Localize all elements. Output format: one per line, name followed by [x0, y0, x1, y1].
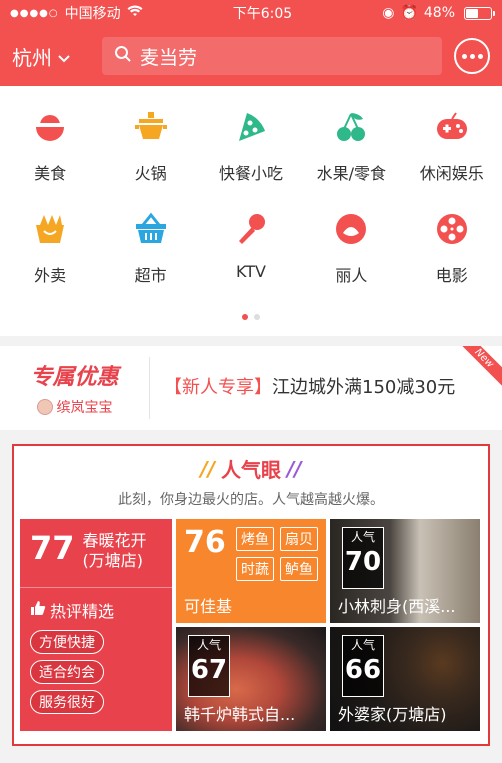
featured-shop-card[interactable]: 77 春暖花开(万塘店) 热评精选 方便快捷 适合约会 服务很好: [20, 519, 172, 731]
promo-desc: 江边城外满150减30元: [272, 377, 456, 398]
category-label: 火锅: [134, 164, 167, 183]
microphone-icon: [232, 210, 270, 248]
review-tag[interactable]: 适合约会: [30, 660, 104, 684]
page-indicator: [0, 314, 502, 320]
food-bowl-icon: [31, 108, 69, 146]
carrier: 中国移动: [64, 6, 121, 22]
shop-card[interactable]: 人气 66 外婆家(万塘店): [330, 627, 480, 731]
promo-tag: 【新人专享】: [164, 377, 272, 398]
promo-banner[interactable]: 专属优惠 缤岚宝宝 【新人专享】江边城外满150减30元 New: [0, 346, 502, 430]
shop-card[interactable]: 76 烤鱼 扇贝 时蔬 鲈鱼 可佳基: [176, 519, 326, 623]
promo-title: 专属优惠: [30, 365, 119, 390]
category-grid: 美食 火锅 快餐小吃 水果/零食 休闲娱乐 外卖 超市 KTV 丽人 电影: [0, 86, 502, 336]
takeout-box-icon: [31, 210, 69, 248]
popularity-badge: 人气 67: [188, 635, 230, 697]
category-movie[interactable]: 电影: [402, 210, 502, 286]
promo-brand: 专属优惠 缤岚宝宝: [0, 357, 150, 419]
promo-user-name: 缤岚宝宝: [56, 400, 113, 416]
category-ktv[interactable]: KTV: [201, 210, 301, 286]
review-tag[interactable]: 方便快捷: [30, 630, 104, 654]
decor-slash-icon: //: [200, 456, 215, 481]
category-entertainment[interactable]: 休闲娱乐: [402, 108, 502, 184]
promo-user: 缤岚宝宝: [36, 397, 113, 417]
category-label: 电影: [435, 266, 468, 285]
dish-tag: 鲈鱼: [280, 557, 318, 581]
shop-name: 可佳基: [184, 597, 233, 616]
category-food[interactable]: 美食: [0, 108, 100, 184]
battery-percent: 48%: [423, 5, 455, 21]
alarm-icon: ⏰: [400, 5, 418, 21]
search-input[interactable]: 麦当劳: [102, 37, 442, 75]
rotation-lock-icon: ◉: [382, 5, 395, 21]
city-selector[interactable]: 杭州: [12, 42, 90, 71]
thumbs-up-icon: [30, 600, 46, 620]
category-label: 丽人: [335, 266, 368, 285]
cherry-icon: [332, 108, 370, 146]
popularity-badge: 人气 66: [342, 635, 384, 697]
top-header: 杭州 麦当劳: [0, 26, 502, 86]
decor-slash-icon: //: [287, 456, 302, 481]
chevron-down-icon: [58, 44, 70, 68]
basket-icon: [132, 210, 170, 248]
category-label: 超市: [134, 266, 167, 285]
dish-tag: 扇贝: [280, 527, 318, 551]
popularity-score: 76: [184, 525, 226, 560]
clock: 下午6:05: [232, 6, 293, 22]
avatar: [36, 399, 53, 415]
category-label: 水果/零食: [316, 164, 387, 183]
popularity-badge: 人气 70: [342, 527, 384, 589]
pizza-slice-icon: [232, 108, 270, 146]
shop-card[interactable]: 人气 70 小林刺身(西溪...: [330, 519, 480, 623]
category-hotpot[interactable]: 火锅: [101, 108, 201, 184]
hot-title: 人气眼: [221, 458, 281, 482]
status-bar: ●●●●○ 中国移动 下午6:05 ◉ ⏰ 48%: [0, 0, 502, 26]
category-fastfood[interactable]: 快餐小吃: [201, 108, 301, 184]
dish-tag: 烤鱼: [236, 527, 274, 551]
more-menu-button[interactable]: [454, 38, 490, 74]
dish-tags: 烤鱼 扇贝 时蔬 鲈鱼: [236, 527, 318, 581]
shop-name: 韩千炉韩式自...: [184, 705, 296, 724]
category-supermarket[interactable]: 超市: [101, 210, 201, 286]
category-takeout[interactable]: 外卖: [0, 210, 100, 286]
shop-name: 春暖花开(万塘店): [82, 531, 147, 570]
search-icon: [114, 45, 132, 68]
hot-review-label: 热评精选: [30, 598, 162, 622]
gamepad-icon: [433, 108, 471, 146]
promo-text: 【新人专享】江边城外满150减30元: [150, 374, 502, 402]
shop-name: 外婆家(万塘店): [338, 705, 447, 724]
shop-name: 小林刺身(西溪...: [338, 597, 456, 616]
city-name: 杭州: [12, 45, 52, 70]
dish-tag: 时蔬: [236, 557, 274, 581]
wifi-icon: [127, 5, 143, 21]
review-tag[interactable]: 服务很好: [30, 690, 104, 714]
signal-icon: ●●●●○: [10, 7, 59, 19]
section-title: // 人气眼 //: [20, 454, 482, 483]
beauty-icon: [332, 210, 370, 248]
category-label: 休闲娱乐: [419, 164, 484, 183]
category-beauty[interactable]: 丽人: [301, 210, 401, 286]
battery-icon: [464, 6, 495, 20]
category-label: 快餐小吃: [218, 164, 283, 183]
hotpot-icon: [132, 108, 170, 146]
shop-card[interactable]: 人气 67 韩千炉韩式自...: [176, 627, 326, 731]
film-reel-icon: [433, 210, 471, 248]
category-label: 外卖: [34, 266, 67, 285]
hot-review-text: 热评精选: [50, 602, 115, 621]
popularity-score: 77: [30, 529, 75, 567]
category-label: 美食: [34, 164, 67, 183]
search-placeholder: 麦当劳: [140, 46, 198, 69]
hot-shops-section: // 人气眼 // 此刻，你身边最火的店。人气越高越火爆。 77 春暖花开(万塘…: [12, 444, 490, 746]
category-fruit[interactable]: 水果/零食: [301, 108, 401, 184]
hot-subtitle: 此刻，你身边最火的店。人气越高越火爆。: [118, 492, 384, 508]
category-label: KTV: [235, 262, 266, 281]
